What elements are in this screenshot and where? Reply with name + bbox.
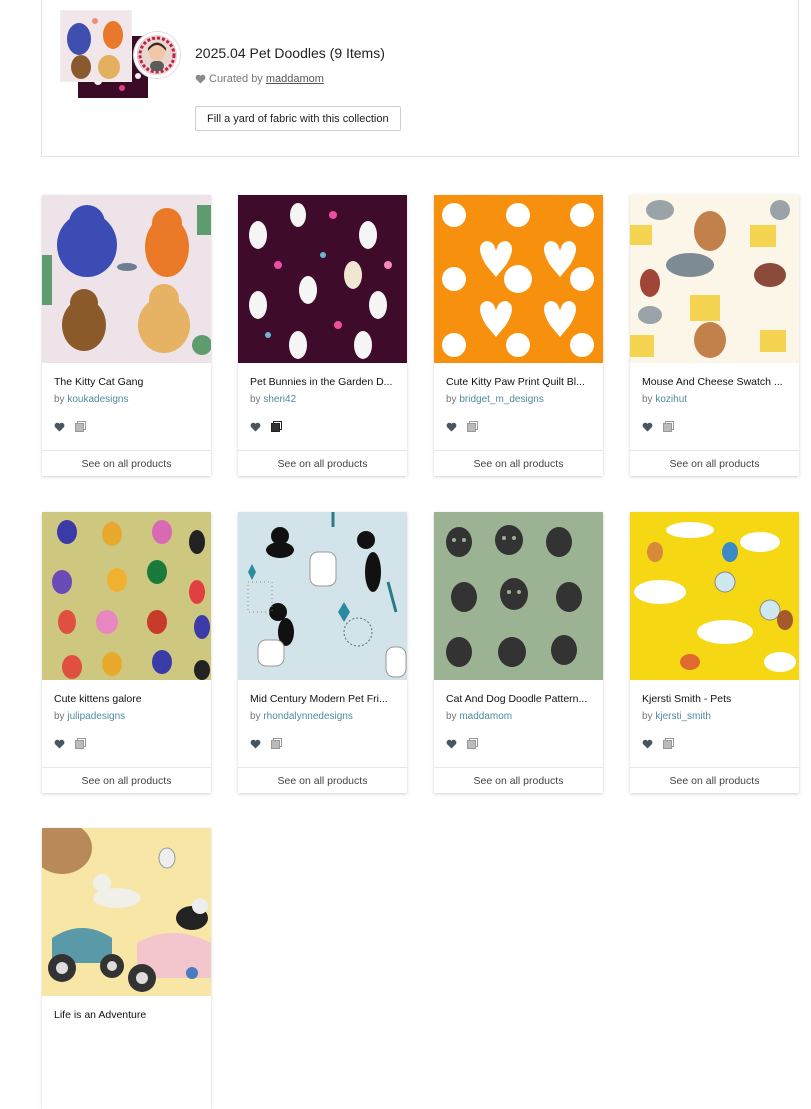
designer-line: by rhondalynnedesigns: [250, 711, 353, 722]
design-title[interactable]: Life is an Adventure: [54, 1009, 204, 1021]
design-card[interactable]: Mouse And Cheese Swatch ... by kozihut S…: [630, 195, 799, 476]
curator-avatar[interactable]: [134, 32, 180, 78]
design-card[interactable]: Pet Bunnies in the Garden D... by sheri4…: [238, 195, 407, 476]
design-card[interactable]: Mid Century Modern Pet Fri... by rhondal…: [238, 512, 407, 793]
see-on-all-products-button[interactable]: See on all products: [238, 450, 407, 476]
heart-icon[interactable]: [54, 739, 65, 749]
design-title[interactable]: Mid Century Modern Pet Fri...: [250, 693, 400, 705]
curator-link[interactable]: maddamom: [266, 73, 324, 85]
add-to-collection-icon[interactable]: [75, 421, 86, 432]
design-title[interactable]: Pet Bunnies in the Garden D...: [250, 376, 400, 388]
fill-yard-button[interactable]: Fill a yard of fabric with this collecti…: [195, 106, 401, 131]
collection-header: 2025.04 Pet Doodles (9 Items) Curated by…: [41, 0, 799, 157]
collection-title: 2025.04 Pet Doodles (9 Items): [195, 45, 385, 61]
add-to-collection-icon[interactable]: [75, 738, 86, 749]
heart-icon[interactable]: [446, 739, 457, 749]
heart-icon[interactable]: [250, 422, 261, 432]
design-image[interactable]: [238, 195, 407, 363]
add-to-collection-icon[interactable]: [663, 421, 674, 432]
design-title[interactable]: Cute kittens galore: [54, 693, 204, 705]
collection-thumbnail[interactable]: [60, 10, 132, 82]
design-card[interactable]: Cat And Dog Doodle Pattern... by maddamo…: [434, 512, 603, 793]
design-card[interactable]: Cute Kitty Paw Print Quilt Bl... by brid…: [434, 195, 603, 476]
by-label: by: [642, 711, 653, 722]
add-to-collection-icon[interactable]: [663, 738, 674, 749]
curated-by-label: Curated by: [209, 73, 263, 85]
by-label: by: [250, 394, 261, 405]
designer-link[interactable]: sheri42: [263, 394, 296, 405]
add-to-collection-icon[interactable]: [467, 738, 478, 749]
by-label: by: [54, 394, 65, 405]
design-title[interactable]: Kjersti Smith - Pets: [642, 693, 792, 705]
see-on-all-products-button[interactable]: See on all products: [630, 450, 799, 476]
designer-line: by maddamom: [446, 711, 512, 722]
by-label: by: [54, 711, 65, 722]
by-label: by: [446, 394, 457, 405]
designer-line: by koukadesigns: [54, 394, 129, 405]
heart-icon[interactable]: [195, 74, 206, 84]
designer-link[interactable]: kjersti_smith: [655, 711, 711, 722]
designer-line: by julipadesigns: [54, 711, 125, 722]
heart-icon[interactable]: [54, 422, 65, 432]
see-on-all-products-button[interactable]: See on all products: [630, 767, 799, 793]
designer-link[interactable]: julipadesigns: [67, 711, 125, 722]
design-image[interactable]: [42, 195, 211, 363]
design-image[interactable]: [434, 512, 603, 680]
design-title[interactable]: The Kitty Cat Gang: [54, 376, 204, 388]
designer-line: by kozihut: [642, 394, 687, 405]
see-on-all-products-button[interactable]: See on all products: [42, 450, 211, 476]
design-card[interactable]: Kjersti Smith - Pets by kjersti_smith Se…: [630, 512, 799, 793]
design-image[interactable]: [630, 512, 799, 680]
add-to-collection-icon[interactable]: [271, 421, 282, 432]
designer-line: by kjersti_smith: [642, 711, 711, 722]
design-card[interactable]: The Kitty Cat Gang by koukadesigns See o…: [42, 195, 211, 476]
designer-link[interactable]: bridget_m_designs: [459, 394, 544, 405]
design-image[interactable]: [238, 512, 407, 680]
add-to-collection-icon[interactable]: [467, 421, 478, 432]
design-title[interactable]: Cat And Dog Doodle Pattern...: [446, 693, 596, 705]
add-to-collection-icon[interactable]: [271, 738, 282, 749]
see-on-all-products-button[interactable]: See on all products: [434, 767, 603, 793]
designer-link[interactable]: rhondalynnedesigns: [263, 711, 353, 722]
design-image[interactable]: [42, 828, 211, 996]
see-on-all-products-button[interactable]: See on all products: [434, 450, 603, 476]
heart-icon[interactable]: [446, 422, 457, 432]
design-image[interactable]: [434, 195, 603, 363]
designer-link[interactable]: kozihut: [655, 394, 687, 405]
design-card[interactable]: Cute kittens galore by julipadesigns See…: [42, 512, 211, 793]
design-card[interactable]: Life is an Adventure: [42, 828, 211, 1109]
heart-icon[interactable]: [642, 739, 653, 749]
by-label: by: [250, 711, 261, 722]
curated-by: Curated by maddamom: [195, 73, 324, 85]
by-label: by: [642, 394, 653, 405]
by-label: by: [446, 711, 457, 722]
see-on-all-products-button[interactable]: See on all products: [238, 767, 407, 793]
designer-line: by bridget_m_designs: [446, 394, 544, 405]
see-on-all-products-button[interactable]: See on all products: [42, 767, 211, 793]
design-image[interactable]: [42, 512, 211, 680]
designer-link[interactable]: maddamom: [459, 711, 512, 722]
heart-icon[interactable]: [642, 422, 653, 432]
heart-icon[interactable]: [250, 739, 261, 749]
design-image[interactable]: [630, 195, 799, 363]
design-title[interactable]: Cute Kitty Paw Print Quilt Bl...: [446, 376, 596, 388]
designer-link[interactable]: koukadesigns: [67, 394, 128, 405]
designer-line: by sheri42: [250, 394, 296, 405]
design-title[interactable]: Mouse And Cheese Swatch ...: [642, 376, 792, 388]
